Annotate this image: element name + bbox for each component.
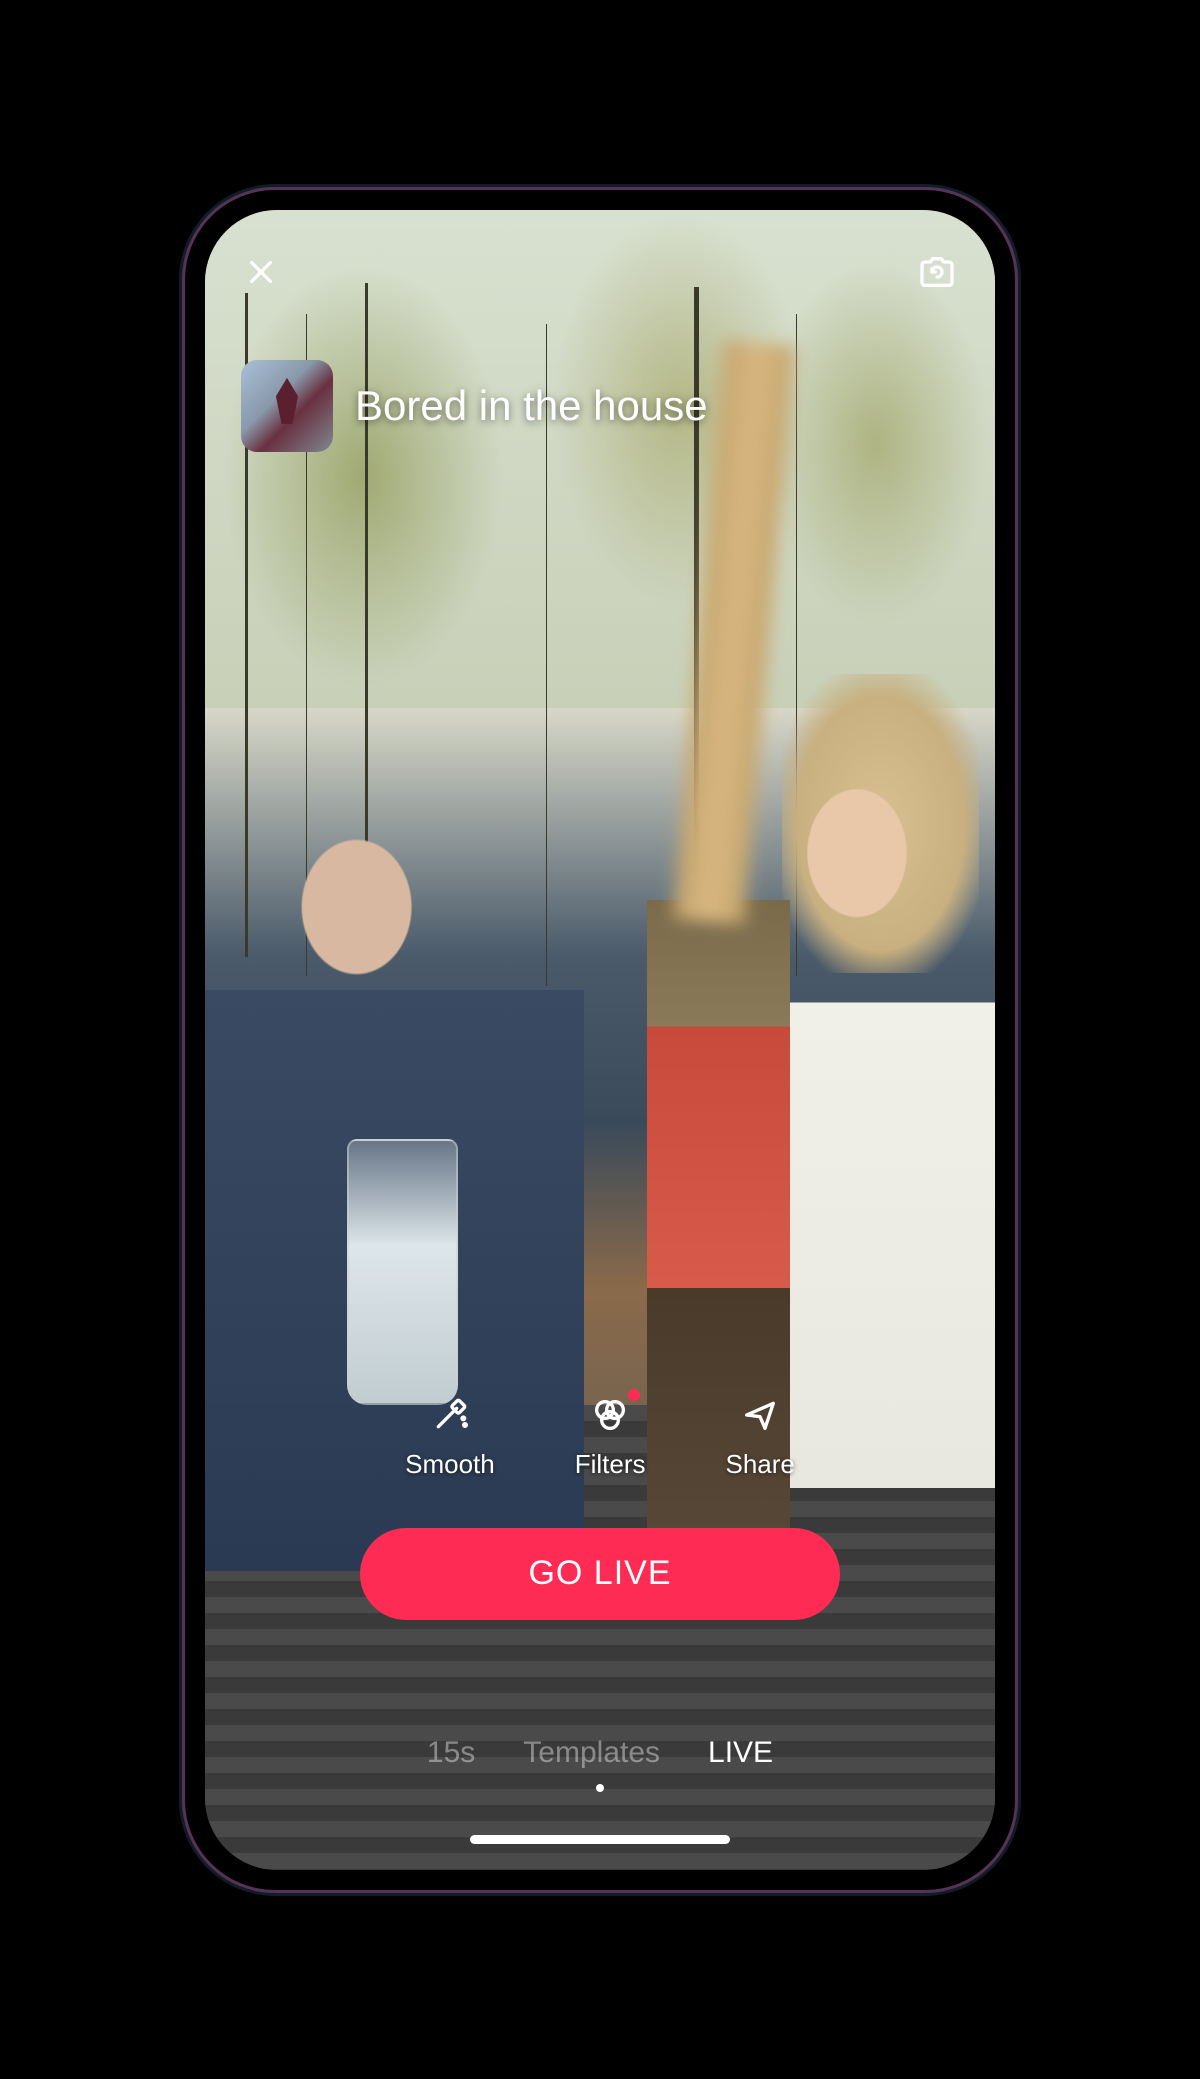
close-icon: [245, 256, 277, 288]
mode-tab-live[interactable]: LIVE: [708, 1736, 773, 1770]
stream-title[interactable]: Bored in the house: [355, 382, 708, 430]
filters-action[interactable]: Filters: [575, 1393, 646, 1480]
camera-preview: [205, 210, 995, 1870]
phone-screen: Bored in the house Smooth: [205, 210, 995, 1870]
share-icon: [738, 1393, 782, 1437]
share-label: Share: [726, 1449, 795, 1480]
camera-flip-icon: [917, 252, 957, 292]
mode-tab-15s[interactable]: 15s: [427, 1736, 475, 1770]
mode-tab-templates[interactable]: Templates: [523, 1736, 660, 1770]
mode-tabs: 15s Templates LIVE: [205, 1736, 995, 1770]
stream-cover-thumbnail[interactable]: [241, 360, 333, 452]
home-indicator[interactable]: [470, 1835, 730, 1844]
stream-title-row: Bored in the house: [241, 360, 959, 452]
filters-icon: [588, 1393, 632, 1437]
action-row: Smooth Filters: [205, 1393, 995, 1480]
wand-icon: [428, 1393, 472, 1437]
flip-camera-button[interactable]: [915, 250, 959, 294]
smooth-action[interactable]: Smooth: [405, 1393, 495, 1480]
close-button[interactable]: [241, 252, 281, 292]
smooth-label: Smooth: [405, 1449, 495, 1480]
phone-frame: Bored in the house Smooth: [185, 190, 1015, 1890]
filters-badge-dot: [628, 1389, 640, 1401]
filters-label: Filters: [575, 1449, 646, 1480]
go-live-button[interactable]: GO LIVE: [360, 1528, 840, 1620]
mode-indicator-dot: [596, 1784, 604, 1792]
share-action[interactable]: Share: [726, 1393, 795, 1480]
top-controls: [205, 250, 995, 294]
